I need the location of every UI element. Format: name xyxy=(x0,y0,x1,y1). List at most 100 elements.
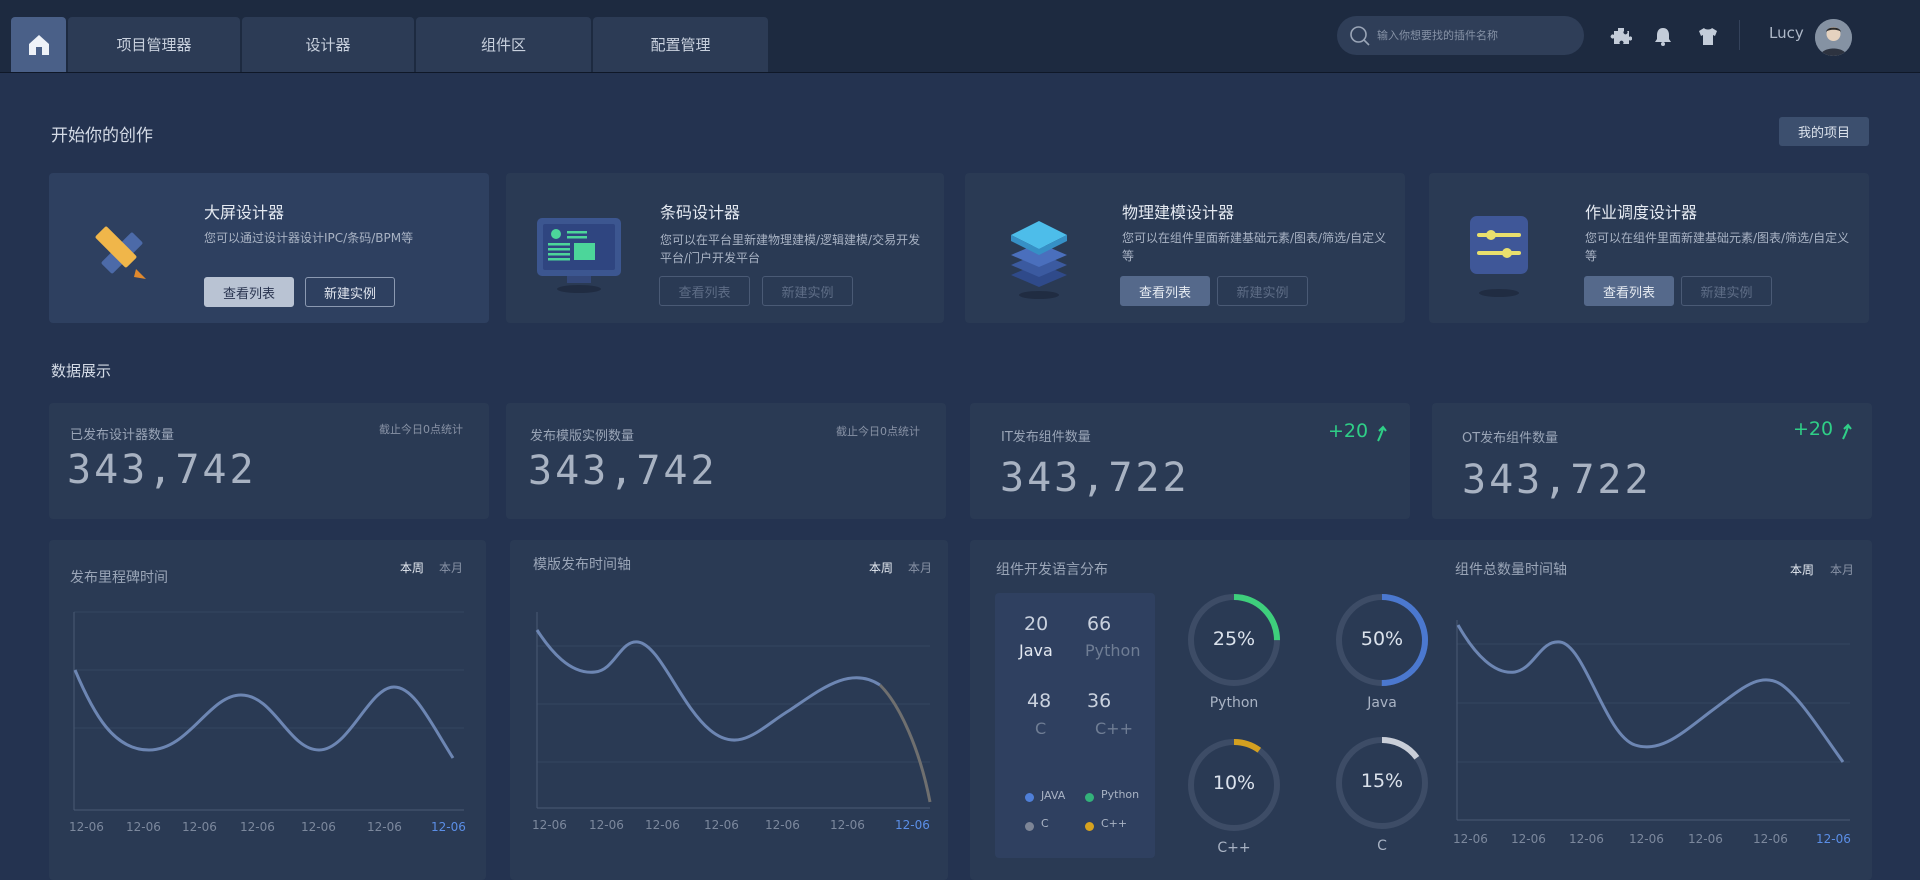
top-nav-bar: 项目管理器 设计器 组件区 配置管理 Lucy xyxy=(0,0,1920,73)
card-description: 您可以在组件里面新建基础元素/图表/筛选/自定义等 xyxy=(1122,231,1387,263)
x-tick: 12-06 xyxy=(1753,832,1788,846)
x-tick: 12-06 xyxy=(301,820,336,834)
stat-delta: +20 xyxy=(1793,418,1834,440)
language-count-box: 20 Java 66 Python 48 C 36 C++ JAVA Pytho… xyxy=(995,593,1155,858)
card-barcode-designer: 条码设计器 您可以在平台里新建物理建模/逻辑建模/交易开发平台/门户开发平台 查… xyxy=(506,173,944,323)
new-instance-button[interactable]: 新建实例 xyxy=(1681,276,1772,306)
legend-dot-python xyxy=(1085,793,1094,802)
stat-label: OT发布组件数量 xyxy=(1462,431,1559,446)
user-name: Lucy xyxy=(1769,24,1804,42)
bell-icon[interactable] xyxy=(1652,25,1674,47)
search-icon xyxy=(1350,25,1370,46)
language-name: C++ xyxy=(1095,719,1133,738)
legend-dot-c xyxy=(1025,822,1034,831)
stat-card-published-designers: 已发布设计器数量 截止今日0点统计 343,742 xyxy=(49,403,489,519)
donut-percent: 10% xyxy=(1212,772,1256,794)
chart-panel-milestone: 发布里程碑时间 本周 本月 12-06 12-06 12-06 12-06 12… xyxy=(49,540,486,880)
view-list-button[interactable]: 查看列表 xyxy=(1584,276,1674,306)
trend-up-icon xyxy=(1842,423,1852,440)
x-tick: 12-06 xyxy=(589,818,624,832)
donut-percent: 25% xyxy=(1212,628,1256,650)
x-tick: 12-06 xyxy=(645,818,680,832)
shirt-icon[interactable] xyxy=(1697,25,1719,47)
divider xyxy=(1739,20,1740,50)
tab-components[interactable]: 组件区 xyxy=(416,17,591,72)
stat-note: 截止今日0点统计 xyxy=(836,425,920,438)
language-name: Python xyxy=(1085,641,1141,660)
stat-value: 343,742 xyxy=(67,447,257,493)
x-tick: 12-06 xyxy=(1688,832,1723,846)
card-bigscreen-designer: 大屏设计器 您可以通过设计器设计IPC/条码/BPM等 查看列表 新建实例 xyxy=(49,173,489,323)
x-tick: 12-06 xyxy=(830,818,865,832)
card-title: 物理建模设计器 xyxy=(1122,203,1235,222)
donut-label: Java xyxy=(1367,695,1397,711)
legend-label: C++ xyxy=(1101,817,1128,830)
section-title-data: 数据展示 xyxy=(51,362,112,380)
card-description: 您可以通过设计器设计IPC/条码/BPM等 xyxy=(204,231,414,245)
legend-dot-cpp xyxy=(1085,822,1094,831)
stat-value: 343,742 xyxy=(528,448,718,494)
card-description: 您可以在组件里面新建基础元素/图表/筛选/自定义等 xyxy=(1585,231,1850,263)
layers-icon xyxy=(1011,221,1067,299)
chart-panel-template-timeline: 模版发布时间轴 本周 本月 12-06 12-06 12-06 12-06 12… xyxy=(510,540,948,880)
home-button[interactable] xyxy=(11,17,66,72)
x-tick: 12-06 xyxy=(1629,832,1664,846)
tab-designer[interactable]: 设计器 xyxy=(242,17,414,72)
home-icon xyxy=(28,34,49,55)
x-tick: 12-06 xyxy=(1511,832,1546,846)
language-count: 66 xyxy=(1087,613,1112,635)
stat-value: 343,722 xyxy=(1000,455,1190,501)
stat-value: 343,722 xyxy=(1462,457,1652,503)
tab-config-management[interactable]: 配置管理 xyxy=(593,17,768,72)
card-job-scheduling-designer: 作业调度设计器 您可以在组件里面新建基础元素/图表/筛选/自定义等 查看列表 新… xyxy=(1429,173,1869,323)
donut-label: C++ xyxy=(1217,840,1251,856)
x-tick: 12-06 xyxy=(1453,832,1488,846)
new-instance-button[interactable]: 新建实例 xyxy=(305,277,395,307)
card-title: 作业调度设计器 xyxy=(1585,203,1698,222)
donut-label: Python xyxy=(1209,695,1259,711)
card-description: 您可以在平台里新建物理建模/逻辑建模/交易开发平台/门户开发平台 xyxy=(660,233,921,265)
avatar[interactable] xyxy=(1815,19,1852,56)
stat-label: 发布模版实例数量 xyxy=(530,429,635,444)
legend-label: JAVA xyxy=(1041,789,1066,802)
stat-card-template-instances: 发布模版实例数量 截止今日0点统计 343,742 xyxy=(506,403,946,519)
stat-card-ot-components: OT发布组件数量 +20 343,722 xyxy=(1432,403,1872,519)
x-tick: 12-06 xyxy=(1569,832,1604,846)
new-instance-button[interactable]: 新建实例 xyxy=(1217,276,1308,306)
search-input[interactable] xyxy=(1377,29,1567,42)
x-tick: 12-06 xyxy=(367,820,402,834)
card-title: 条码设计器 xyxy=(660,203,741,222)
new-instance-button[interactable]: 新建实例 xyxy=(762,276,853,306)
pencil-ruler-icon xyxy=(95,226,146,279)
plugin-icon[interactable] xyxy=(1610,25,1632,47)
stat-note: 截止今日0点统计 xyxy=(379,423,463,436)
tab-project-manager[interactable]: 项目管理器 xyxy=(68,17,240,72)
x-tick: 12-06 xyxy=(431,820,466,834)
view-list-button[interactable]: 查看列表 xyxy=(659,276,750,306)
legend-label: C xyxy=(1041,817,1049,830)
language-count: 36 xyxy=(1087,690,1112,712)
trend-up-icon xyxy=(1377,425,1387,442)
plugin-search xyxy=(1337,16,1584,55)
x-tick: 12-06 xyxy=(240,820,275,834)
x-tick: 12-06 xyxy=(895,818,930,832)
x-tick: 12-06 xyxy=(126,820,161,834)
x-tick: 12-06 xyxy=(182,820,217,834)
language-name: C xyxy=(1035,719,1047,738)
x-tick: 12-06 xyxy=(765,818,800,832)
x-tick: 12-06 xyxy=(1816,832,1851,846)
stat-card-it-components: IT发布组件数量 +20 343,722 xyxy=(970,403,1410,519)
stat-label: 已发布设计器数量 xyxy=(70,428,175,443)
card-title: 大屏设计器 xyxy=(204,203,285,222)
donut-percent: 15% xyxy=(1360,770,1404,792)
x-tick: 12-06 xyxy=(69,820,104,834)
language-count: 20 xyxy=(1024,613,1049,635)
language-name: Java xyxy=(1019,641,1053,660)
donut-percent: 50% xyxy=(1360,628,1404,650)
language-count: 48 xyxy=(1027,690,1052,712)
view-list-button[interactable]: 查看列表 xyxy=(204,277,294,307)
legend-dot-java xyxy=(1025,793,1034,802)
my-projects-button[interactable]: 我的项目 xyxy=(1779,117,1869,146)
view-list-button[interactable]: 查看列表 xyxy=(1120,276,1210,306)
legend-label: Python xyxy=(1101,788,1140,801)
